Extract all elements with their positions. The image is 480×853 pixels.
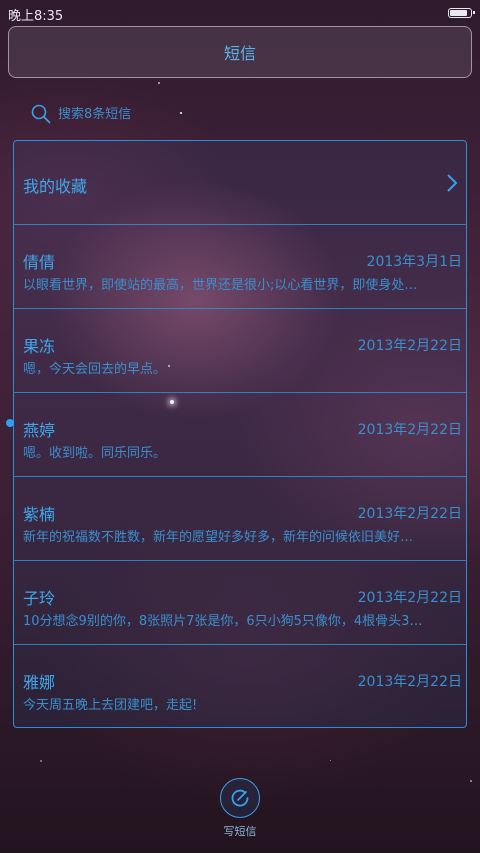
message-date: 2013年2月22日 <box>357 590 462 606</box>
contact-name: 倩倩 <box>23 253 56 272</box>
conversation-row[interactable]: 果冻 2013年2月22日 嗯，今天会回去的早点。 <box>14 309 466 393</box>
contact-name: 果冻 <box>23 337 56 356</box>
favorites-label: 我的收藏 <box>23 177 88 196</box>
message-date: 2013年2月22日 <box>357 338 462 354</box>
star-decoration <box>158 82 160 84</box>
star-decoration <box>470 780 472 782</box>
message-date: 2013年2月22日 <box>357 674 462 690</box>
compose-icon <box>231 789 249 807</box>
message-date: 2013年2月22日 <box>357 422 462 438</box>
message-date: 2013年2月22日 <box>357 506 462 522</box>
page-title: 短信 <box>223 44 256 63</box>
star-decoration <box>330 760 331 761</box>
message-preview: 以眼看世界，即使站的最高，世界还是很小;以心看世界，即使身处… <box>23 278 418 293</box>
message-date: 2013年3月1日 <box>366 254 462 270</box>
conversation-row[interactable]: 雅娜 2013年2月22日 今天周五晚上去团建吧，走起! <box>14 645 466 729</box>
message-preview: 嗯。收到啦。同乐同乐。 <box>23 446 167 461</box>
star-decoration <box>40 760 42 762</box>
message-preview: 新年的祝福数不胜数，新年的愿望好多好多，新年的问候依旧美好… <box>23 530 414 545</box>
conversation-row[interactable]: 子玲 2013年2月22日 10分想念9别的你，8张照片7张是你，6只小狗5只像… <box>14 561 466 645</box>
contact-name: 雅娜 <box>23 673 56 692</box>
conversation-row[interactable]: 燕婷 2013年2月22日 嗯。收到啦。同乐同乐。 <box>14 393 466 477</box>
compose-button[interactable]: 写短信 <box>218 778 262 848</box>
contact-name: 子玲 <box>23 589 56 608</box>
favorites-row[interactable]: 我的收藏 <box>14 141 466 225</box>
status-bar: 晚上8:35 <box>0 0 480 26</box>
message-list: 我的收藏 倩倩 2013年3月1日 以眼看世界，即使站的最高，世界还是很小;以心… <box>13 140 467 728</box>
contact-name: 紫楠 <box>23 505 56 524</box>
app-header: 短信 <box>8 26 472 78</box>
unread-indicator <box>6 419 14 427</box>
status-time: 晚上8:35 <box>8 9 64 24</box>
message-preview: 今天周五晚上去团建吧，走起! <box>23 698 198 713</box>
search-input[interactable] <box>58 106 258 122</box>
contact-name: 燕婷 <box>23 421 56 440</box>
message-preview: 10分想念9别的你，8张照片7张是你，6只小狗5只像你，4根骨头3… <box>23 614 423 629</box>
chevron-right-icon <box>447 174 458 192</box>
compose-label: 写短信 <box>223 825 257 838</box>
battery-icon <box>448 8 475 18</box>
search-icon <box>31 104 51 124</box>
conversation-row[interactable]: 紫楠 2013年2月22日 新年的祝福数不胜数，新年的愿望好多好多，新年的问候依… <box>14 477 466 561</box>
compose-circle[interactable] <box>220 778 260 818</box>
search-bar[interactable] <box>30 100 258 128</box>
conversation-row[interactable]: 倩倩 2013年3月1日 以眼看世界，即使站的最高，世界还是很小;以心看世界，即… <box>14 225 466 309</box>
message-preview: 嗯，今天会回去的早点。 <box>23 362 167 377</box>
